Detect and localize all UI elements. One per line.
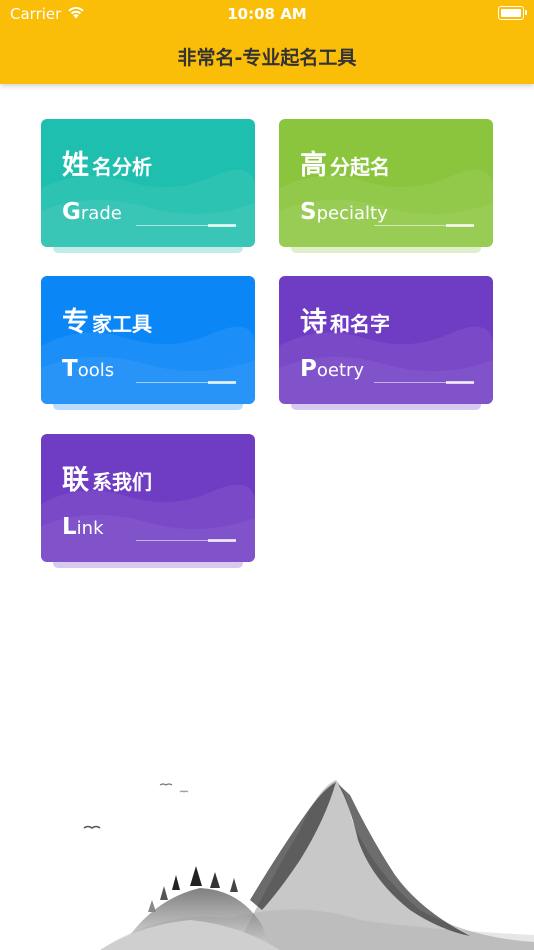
- card-title-en: T ools: [62, 356, 114, 382]
- nav-header: Carrier 10:08 AM 非常名-专业起名工具: [0, 0, 534, 84]
- card-title-en-first: P: [300, 356, 317, 382]
- card-title-cn: 专 家工具: [62, 300, 152, 339]
- card-grade[interactable]: 姓 名分析 G rade: [41, 119, 255, 247]
- card-title-en-first: G: [62, 199, 81, 225]
- card-title-cn: 诗 和名字: [300, 300, 390, 339]
- wave-decoration: [279, 326, 493, 404]
- card-title-en-rest: ools: [77, 360, 115, 381]
- card-title-en-rest: oetry: [316, 360, 365, 381]
- card-title-en: G rade: [62, 199, 122, 225]
- card-title-cn: 姓 名分析: [62, 143, 152, 182]
- card-title-cn-first: 联: [62, 465, 89, 496]
- card-title-cn: 高 分起名: [300, 143, 390, 182]
- card-title-cn-first: 专: [62, 307, 89, 338]
- card-title-cn-rest: 家工具: [92, 312, 152, 336]
- card-title-en-rest: rade: [80, 203, 122, 224]
- card-title-en-first: L: [62, 514, 77, 540]
- card-specialty-wrapper: 高 分起名 S pecialty: [279, 119, 493, 259]
- card-divider: [136, 381, 236, 384]
- card-title-cn-rest: 系我们: [92, 470, 152, 494]
- card-title-en-first: S: [300, 199, 317, 225]
- wave-decoration: [41, 169, 255, 247]
- card-title-en: L ink: [62, 514, 104, 540]
- mountain-landscape-illustration: [83, 780, 534, 950]
- wave-decoration: [41, 484, 255, 562]
- page-title: 非常名-专业起名工具: [177, 47, 357, 69]
- card-divider: [374, 381, 474, 384]
- card-grade-wrapper: 姓 名分析 G rade: [41, 119, 255, 259]
- card-title-en-rest: pecialty: [316, 203, 388, 224]
- card-link-wrapper: 联 系我们 L ink: [41, 434, 255, 574]
- card-title-cn-first: 诗: [300, 307, 327, 338]
- card-title-en-first: T: [62, 356, 78, 382]
- card-title-cn-rest: 和名字: [330, 312, 390, 336]
- wave-decoration: [279, 169, 493, 247]
- card-divider: [374, 224, 474, 227]
- status-time: 10:08 AM: [227, 5, 307, 23]
- card-title-cn-rest: 分起名: [330, 155, 390, 179]
- card-link[interactable]: 联 系我们 L ink: [41, 434, 255, 562]
- card-divider: [136, 224, 236, 227]
- card-poetry[interactable]: 诗 和名字 P oetry: [279, 276, 493, 404]
- status-bar: Carrier 10:08 AM: [0, 0, 534, 28]
- card-title-cn-first: 高: [300, 150, 327, 181]
- card-title-cn-first: 姓: [62, 150, 89, 181]
- battery-icon: [498, 6, 527, 20]
- card-specialty[interactable]: 高 分起名 S pecialty: [279, 119, 493, 247]
- card-poetry-wrapper: 诗 和名字 P oetry: [279, 276, 493, 416]
- card-tools-wrapper: 专 家工具 T ools: [41, 276, 255, 416]
- card-tools[interactable]: 专 家工具 T ools: [41, 276, 255, 404]
- card-title-en: P oetry: [300, 356, 364, 382]
- card-divider: [136, 539, 236, 542]
- card-title-cn: 联 系我们: [62, 458, 152, 497]
- card-title-en-rest: ink: [76, 518, 104, 539]
- card-title-cn-rest: 名分析: [92, 155, 152, 179]
- wave-decoration: [41, 326, 255, 404]
- card-title-en: S pecialty: [300, 199, 388, 225]
